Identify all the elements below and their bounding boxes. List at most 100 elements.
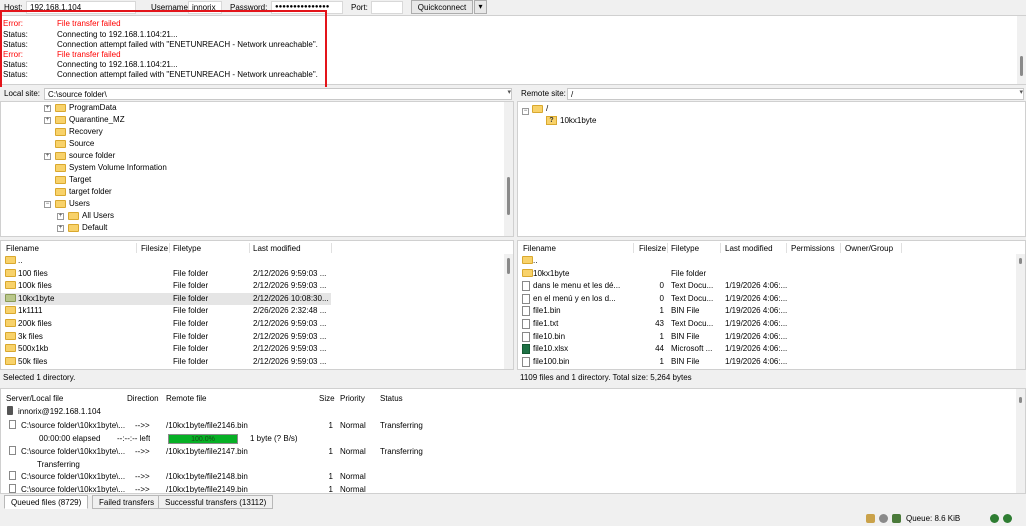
local-file-row[interactable]: 3k files File folder 2/12/2026 9:59:03 ... [1,331,331,343]
queue-item-row[interactable]: C:\source folder\10kx1byte\... -->>/10kx1… [1,446,441,458]
port-input[interactable] [371,1,403,14]
transfer-queue: Server/Local file Direction Remote file … [0,388,1026,494]
file-icon [522,356,530,367]
local-status: Selected 1 directory. [0,371,514,383]
column-header-size[interactable]: Size [319,391,335,404]
remote-site-path-input[interactable]: / [567,88,1024,100]
remote-file-row[interactable]: .. [518,255,818,267]
expand-icon[interactable]: + [44,105,51,112]
local-site-bar: Local site: C:\source folder\ ▾ [0,87,514,101]
local-tree-item[interactable]: Recovery [55,127,103,139]
local-tree-item[interactable]: + Quarantine_MZ [44,115,125,127]
collapse-icon[interactable]: − [522,108,529,115]
tab-successful-transfers[interactable]: Successful transfers (13112) [158,495,274,509]
column-header-filename[interactable]: Filename [6,241,39,254]
local-file-row[interactable]: 100 files File folder 2/12/2026 9:59:03 ..… [1,268,331,280]
password-label: Password: [230,3,268,12]
transfer-rate: 1 byte (? B/s) [250,434,298,443]
local-file-row[interactable]: 100k files File folder 2/12/2026 9:59:03 .… [1,280,331,292]
local-file-row[interactable]: 50k files File folder 2/12/2026 9:59:03 ..… [1,356,331,368]
queue-item-row[interactable]: C:\source folder\10kx1byte\... -->>/10kx1… [1,420,441,432]
remote-file-row[interactable]: en el menú y en los d... 0 Text Docu... 1/1… [518,293,818,305]
folder-icon [5,344,16,353]
folder-icon [55,163,66,172]
remote-file-row[interactable]: file10.xlsx 44 Microsoft ... 1/19/2026 4:06… [518,343,818,355]
local-tree-item[interactable]: + ProgramData [44,103,117,115]
remote-tree-item[interactable]: ? 10kx1byte [546,116,596,128]
column-header-priority[interactable]: Priority [340,391,365,404]
folder-icon [5,281,16,290]
status-light-icon [1003,514,1012,523]
password-input[interactable]: ●●●●●●●●●●●●●●● [271,1,343,14]
column-header-filesize[interactable]: Filesize [141,241,168,254]
column-header-last-modified[interactable]: Last modified [253,241,301,254]
column-header-filetype[interactable]: Filetype [173,241,201,254]
local-tree-item[interactable]: Target [55,175,91,187]
local-files-scrollbar[interactable] [504,254,513,369]
remote-file-row[interactable]: dans le menu et les dé... 0 Text Docu... 1/… [518,280,818,292]
local-site-path-input[interactable]: C:\source folder\ [44,88,512,100]
local-tree-item[interactable]: − Users [44,199,90,211]
host-input[interactable]: 192.168.1.104 [26,1,136,14]
log-line: Error: File transfer failed [3,50,121,59]
folder-icon [55,115,66,124]
column-header-server-local-file[interactable]: Server/Local file [6,391,63,404]
remote-file-row[interactable]: file100.bin 1 BIN File 1/19/2026 4:06:... [518,356,818,368]
transfer-progress-bar: 100.0% [168,434,238,444]
status-bar: Queue: 8.6 KiB [0,510,1026,526]
file-icon [9,420,16,429]
username-input[interactable]: innorix [188,1,222,14]
local-tree-item[interactable]: + source folder [44,151,115,163]
tab-queued-files[interactable]: Queued files (8729) [4,495,89,509]
gear-icon[interactable] [879,514,888,523]
file-icon [522,306,530,317]
expand-icon[interactable]: + [57,225,64,232]
column-header-filename[interactable]: Filename [523,241,556,254]
remote-file-row[interactable]: 10kx1byte File folder [518,268,818,280]
column-header-filetype[interactable]: Filetype [671,241,699,254]
column-header-permissions[interactable]: Permissions [791,241,835,254]
quickconnect-bar: Host: 192.168.1.104 Username: innorix Pa… [0,0,1026,15]
chevron-down-icon[interactable]: ▾ [1019,88,1023,96]
expand-icon[interactable]: + [44,117,51,124]
queue-item-row[interactable]: C:\source folder\10kx1byte\... -->>/10kx1… [1,484,441,493]
expand-icon[interactable]: + [57,213,64,220]
local-tree-item[interactable]: target folder [55,187,112,199]
folder-icon [532,104,543,113]
local-file-row[interactable]: 500x1kb File folder 2/12/2026 9:59:03 ... [1,343,331,355]
column-header-owner-group[interactable]: Owner/Group [845,241,893,254]
local-file-row[interactable]: 1k1111 File folder 2/26/2026 2:32:48 ... [1,305,331,317]
local-file-row[interactable]: 200k files File folder 2/12/2026 9:59:03 .… [1,318,331,330]
local-tree-item[interactable]: + Default [57,223,107,235]
local-file-row[interactable]: .. [1,255,331,267]
local-directory-tree: + ProgramData + Quarantine_MZ Recovery Source… [0,101,514,237]
local-tree-item[interactable]: System Volume Information [55,163,167,175]
remote-file-row[interactable]: file10.bin 1 BIN File 1/19/2026 4:06:... [518,331,818,343]
local-tree-item[interactable]: + All Users [57,211,114,223]
column-header-filesize[interactable]: Filesize [639,241,666,254]
column-header-remote-file[interactable]: Remote file [166,391,206,404]
remote-file-row[interactable]: file1.bin 1 BIN File 1/19/2026 4:06:... [518,305,818,317]
chevron-down-icon[interactable]: ▾ [507,88,511,96]
column-header-direction[interactable]: Direction [127,391,159,404]
remote-tree-root[interactable]: − / [522,104,548,116]
remote-file-row[interactable]: file1.txt 43 Text Docu... 1/19/2026 4:06:..… [518,318,818,330]
expand-icon[interactable]: + [44,153,51,160]
tab-failed-transfers[interactable]: Failed transfers [92,495,162,509]
log-line: Error: File transfer failed [3,19,121,28]
quickconnect-dropdown-button[interactable]: ▾ [474,0,487,14]
queue-scrollbar[interactable] [1016,389,1025,493]
folder-icon [55,187,66,196]
column-header-last-modified[interactable]: Last modified [725,241,773,254]
file-icon [9,471,16,480]
column-header-status[interactable]: Status [380,391,403,404]
collapse-icon[interactable]: − [44,201,51,208]
local-file-row[interactable]: 10kx1byte File folder 2/12/2026 10:08:30..… [1,292,331,305]
question-folder-icon: ? [546,116,557,126]
log-scrollbar[interactable] [1017,16,1026,84]
local-tree-item[interactable]: Source [55,139,94,151]
quickconnect-button[interactable]: Quickconnect [411,0,473,14]
remote-files-scrollbar[interactable] [1016,254,1025,369]
queue-item-row[interactable]: C:\source folder\10kx1byte\... -->>/10kx1… [1,471,441,483]
local-tree-scrollbar[interactable] [504,102,513,236]
